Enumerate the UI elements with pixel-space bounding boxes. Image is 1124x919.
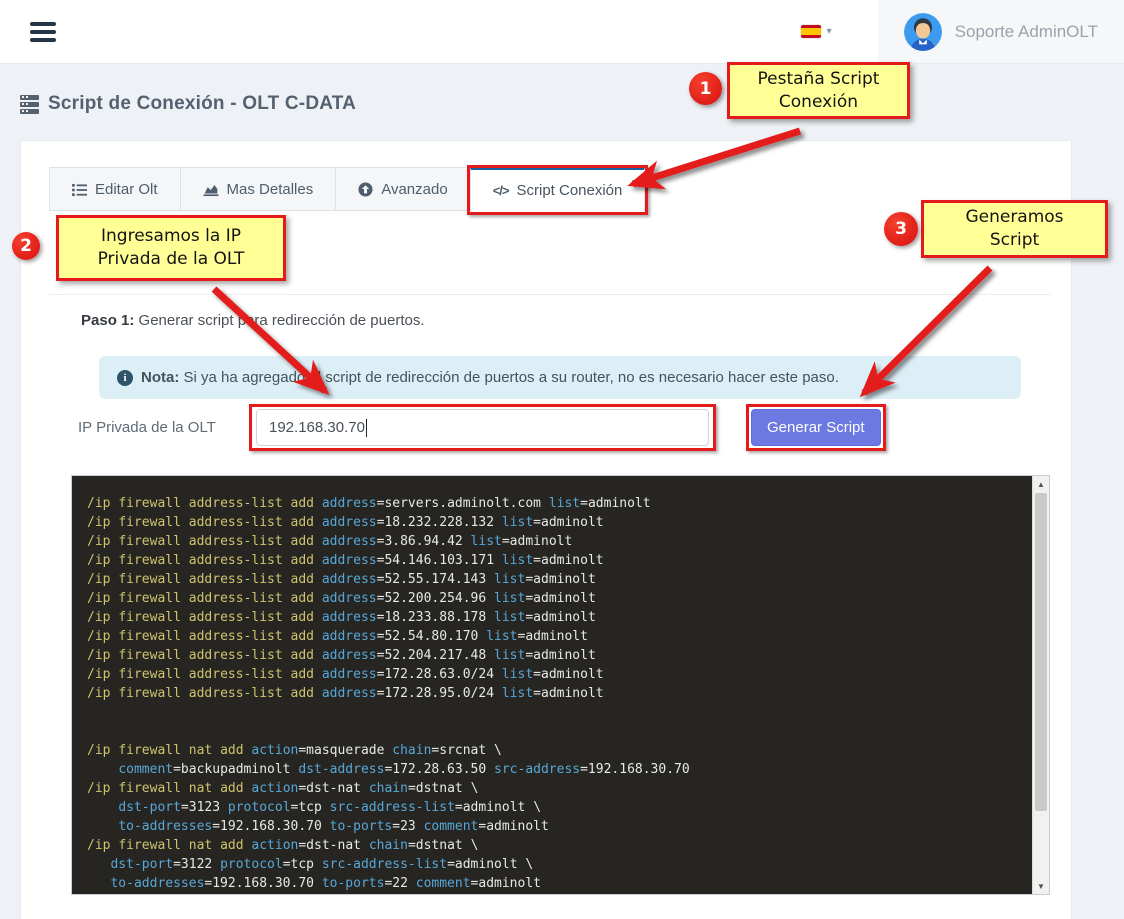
server-icon [20, 95, 39, 114]
code-icon: </> [493, 183, 509, 198]
tab-editar-olt[interactable]: Editar Olt [49, 167, 180, 211]
script-output-box: /ip firewall address-list add address=se… [71, 475, 1050, 895]
page-title: Script de Conexión - OLT C-DATA [48, 93, 356, 115]
tab-avanzado[interactable]: Avanzado [335, 167, 469, 211]
ip-label: IP Privada de la OLT [78, 419, 256, 436]
list-icon [72, 182, 87, 197]
language-dropdown[interactable]: ▾ [801, 25, 832, 38]
scrollbar-thumb[interactable] [1035, 493, 1047, 811]
chevron-down-icon: ▾ [827, 26, 832, 37]
note-alert: i Nota: Si ya ha agregado el script de r… [99, 356, 1021, 399]
script-output[interactable]: /ip firewall address-list add address=se… [72, 476, 1032, 894]
top-navbar: ▾ Soporte AdminOLT [0, 0, 1124, 64]
tab-mas-detalles[interactable]: Mas Detalles [180, 167, 336, 211]
menu-hamburger-icon[interactable] [30, 18, 58, 46]
tab-bar: Editar Olt Mas Detalles Avanzado </> Scr… [49, 167, 1071, 211]
user-name: Soporte AdminOLT [955, 22, 1098, 42]
tab-script-conexion[interactable]: </> Script Conexión [470, 167, 646, 211]
step-instruction: Paso 1: Generar script para redirección … [81, 312, 1071, 329]
ip-form-row: IP Privada de la OLT 192.168.30.70 Gener… [78, 409, 1071, 446]
info-icon: i [117, 370, 133, 386]
ip-input[interactable]: 192.168.30.70 [256, 409, 709, 446]
avatar [904, 13, 942, 51]
text-cursor [366, 419, 367, 437]
arrow-circle-up-icon [358, 182, 373, 197]
chart-area-icon [203, 182, 219, 197]
content-card: Editar Olt Mas Detalles Avanzado </> Scr… [20, 140, 1072, 919]
scroll-down-icon[interactable]: ▼ [1033, 878, 1049, 894]
user-menu[interactable]: Soporte AdminOLT [878, 0, 1124, 63]
divider [49, 294, 1051, 295]
generate-script-button[interactable]: Generar Script [751, 409, 881, 446]
scroll-up-icon[interactable]: ▲ [1033, 476, 1049, 492]
scrollbar[interactable]: ▲ ▼ [1032, 476, 1049, 894]
spain-flag-icon [801, 25, 821, 38]
page-header: Script de Conexión - OLT C-DATA [20, 93, 1124, 115]
